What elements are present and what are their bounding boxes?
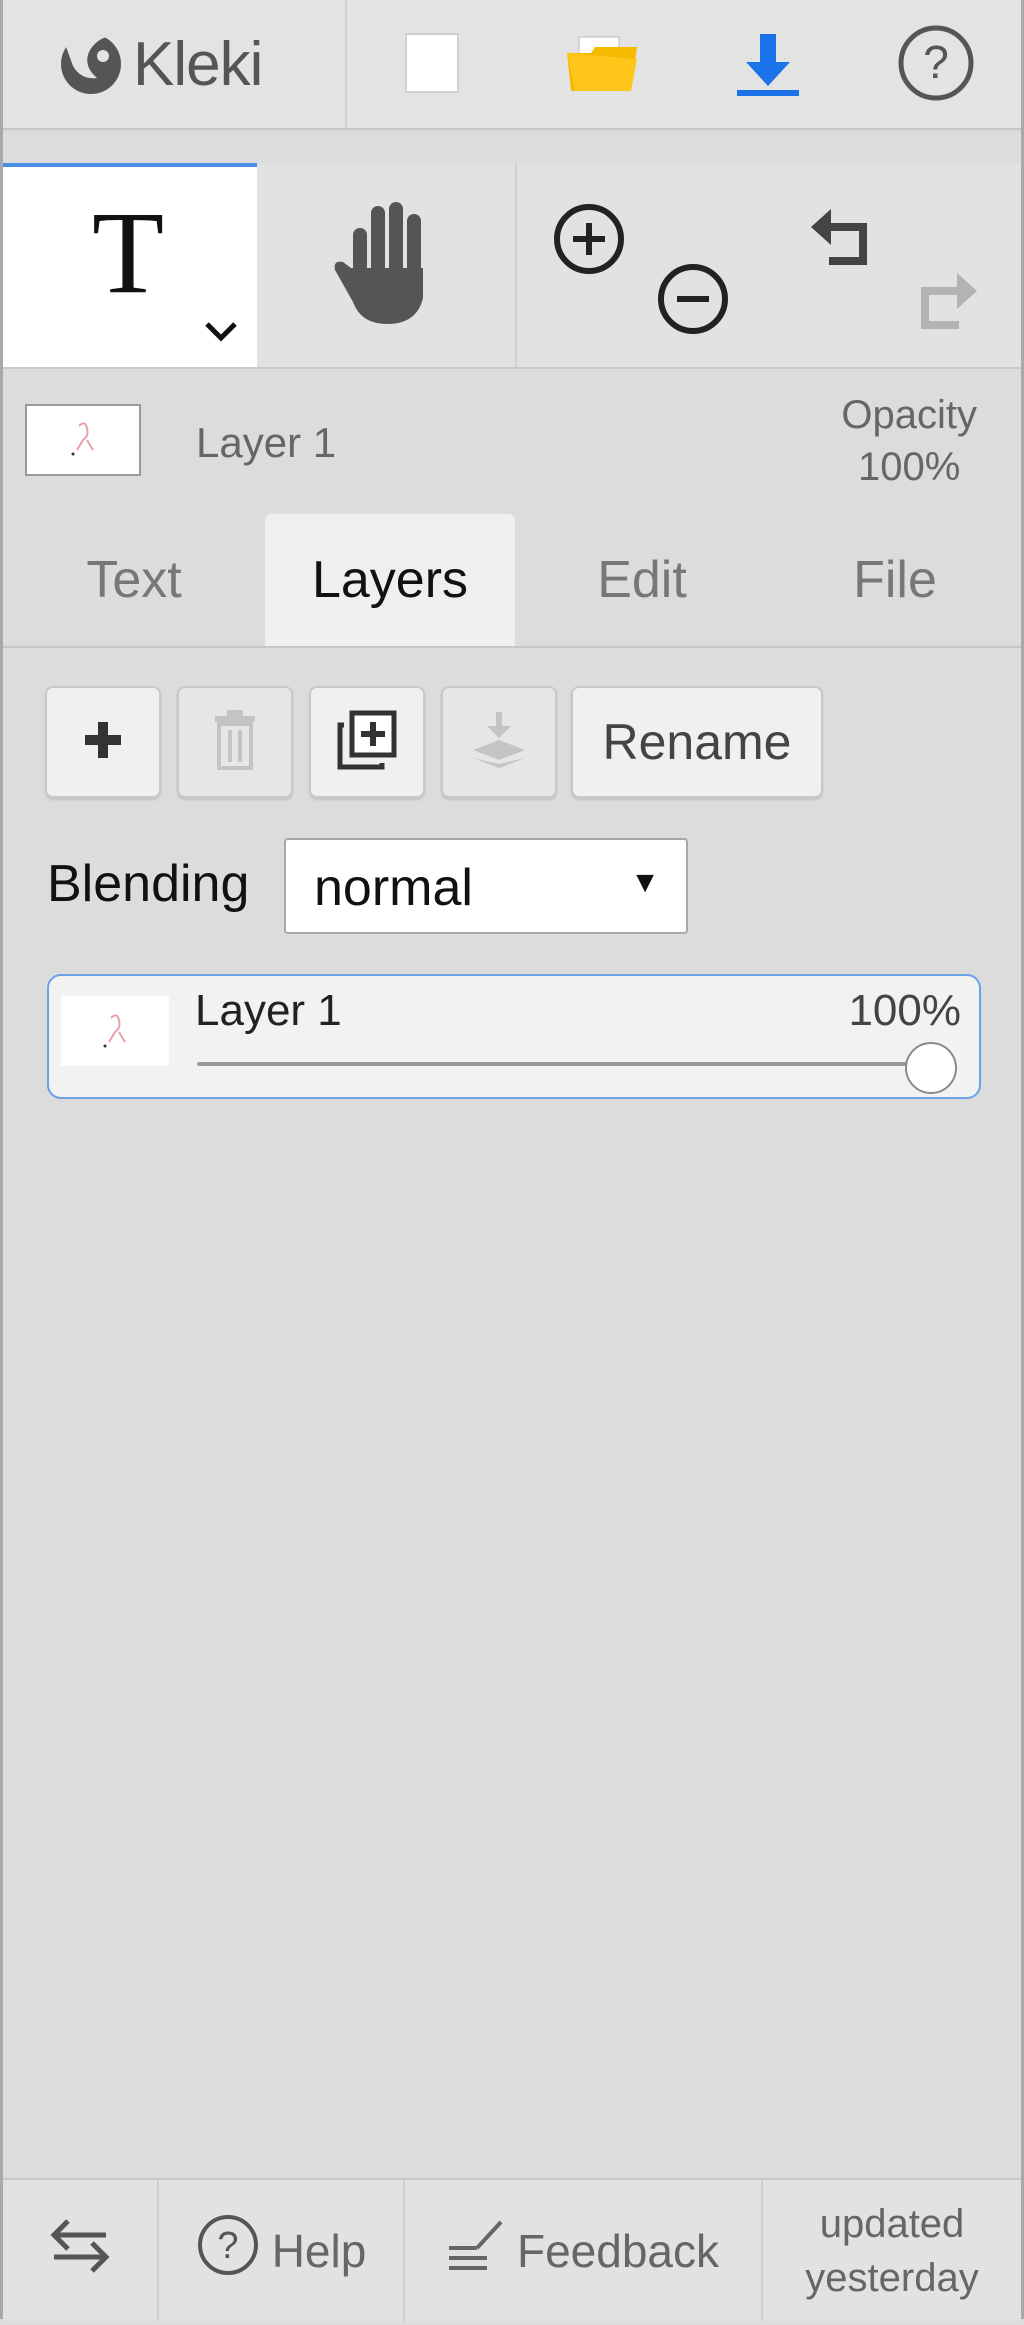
redo-icon	[907, 273, 981, 339]
delete-layer-icon	[211, 709, 259, 775]
kleki-logo-icon	[55, 26, 127, 103]
zoom-in-icon	[551, 204, 627, 281]
redo-button[interactable]	[907, 261, 981, 340]
updated-line-1: updated	[819, 2201, 965, 2246]
tab-file[interactable]: File	[769, 514, 1021, 646]
new-document-button[interactable]	[389, 22, 475, 108]
new-document-icon	[404, 32, 460, 99]
panel-tabs: Text Layers Edit File	[3, 514, 1021, 648]
current-layer-opacity: Opacity 100%	[841, 389, 977, 493]
help-button[interactable]: ?	[893, 22, 979, 108]
updated-line-2: yesterday	[805, 2255, 979, 2300]
text-tool-button[interactable]: T	[3, 163, 257, 367]
chevron-down-icon[interactable]	[203, 307, 239, 352]
help-footer-button[interactable]: ? Help	[159, 2180, 403, 2321]
layer-item-name: Layer 1	[195, 986, 342, 1035]
hand-tool-icon	[331, 198, 441, 333]
slider-handle[interactable]	[905, 1042, 957, 1094]
zoom-out-button[interactable]	[655, 261, 731, 342]
tab-text[interactable]: Text	[3, 514, 265, 646]
feedback-label: Feedback	[516, 2224, 719, 2277]
hand-tool-button[interactable]	[257, 163, 515, 367]
undo-button[interactable]	[807, 197, 881, 276]
undo-icon	[807, 209, 881, 275]
blending-select[interactable]: normal ▼	[284, 838, 688, 934]
zoom-in-button[interactable]	[551, 201, 627, 282]
swap-sides-button[interactable]	[3, 2180, 157, 2321]
update-status[interactable]: updated yesterday	[763, 2180, 1021, 2321]
merge-down-button[interactable]	[441, 686, 557, 798]
duplicate-layer-icon	[336, 709, 398, 776]
help-label: Help	[271, 2224, 367, 2277]
text-tool-icon: T	[91, 187, 165, 318]
divider	[345, 0, 347, 128]
merge-down-icon	[469, 710, 529, 775]
opacity-value: 100%	[858, 445, 961, 489]
delete-layer-button[interactable]	[177, 686, 293, 798]
layers-panel: Rename Blending normal ▼ Layer 1 100%	[3, 648, 1021, 2178]
help-circle-icon: ?	[196, 2213, 260, 2288]
kleki-logo[interactable]: Kleki	[55, 8, 345, 120]
feedback-pen-icon	[447, 2218, 505, 2283]
download-button[interactable]	[725, 22, 811, 108]
opacity-label: Opacity	[841, 393, 977, 437]
tab-layers[interactable]: Layers	[265, 514, 515, 646]
tab-edit[interactable]: Edit	[515, 514, 769, 646]
blending-label: Blending	[47, 855, 250, 913]
current-layer-name: Layer 1	[196, 419, 337, 466]
layer-opacity-slider[interactable]	[197, 1062, 931, 1066]
open-file-button[interactable]	[559, 22, 645, 108]
layer-item-opacity: 100%	[848, 986, 961, 1035]
duplicate-layer-button[interactable]	[309, 686, 425, 798]
zoom-out-icon	[655, 264, 731, 341]
download-icon	[733, 28, 803, 103]
footer-bar: ? Help Feedback updated yesterday	[3, 2178, 1021, 2321]
top-bar: Kleki ?	[3, 0, 1021, 130]
add-layer-icon	[83, 720, 123, 765]
add-layer-button[interactable]	[45, 686, 161, 798]
blending-value: normal	[314, 859, 473, 917]
layer-item-thumbnail	[61, 996, 169, 1066]
current-layer-strip: Layer 1 Opacity 100%	[3, 369, 1021, 514]
rename-layer-button[interactable]: Rename	[571, 686, 823, 798]
app-name: Kleki	[133, 29, 263, 99]
divider	[515, 163, 517, 367]
svg-text:?: ?	[217, 2225, 238, 2267]
dropdown-arrow-icon: ▼	[630, 866, 660, 899]
app-window: Kleki ? T Layer 1 Opacity 100% Text Laye…	[0, 0, 1024, 2321]
help-icon: ?	[896, 23, 976, 108]
swap-arrows-icon	[48, 2217, 112, 2284]
open-folder-icon	[565, 31, 639, 100]
svg-text:?: ?	[923, 36, 949, 88]
tool-row: T	[3, 163, 1021, 369]
layer-thumbnail[interactable]	[25, 404, 141, 476]
layer-list-item[interactable]: Layer 1 100%	[47, 974, 981, 1099]
feedback-button[interactable]: Feedback	[405, 2180, 761, 2321]
